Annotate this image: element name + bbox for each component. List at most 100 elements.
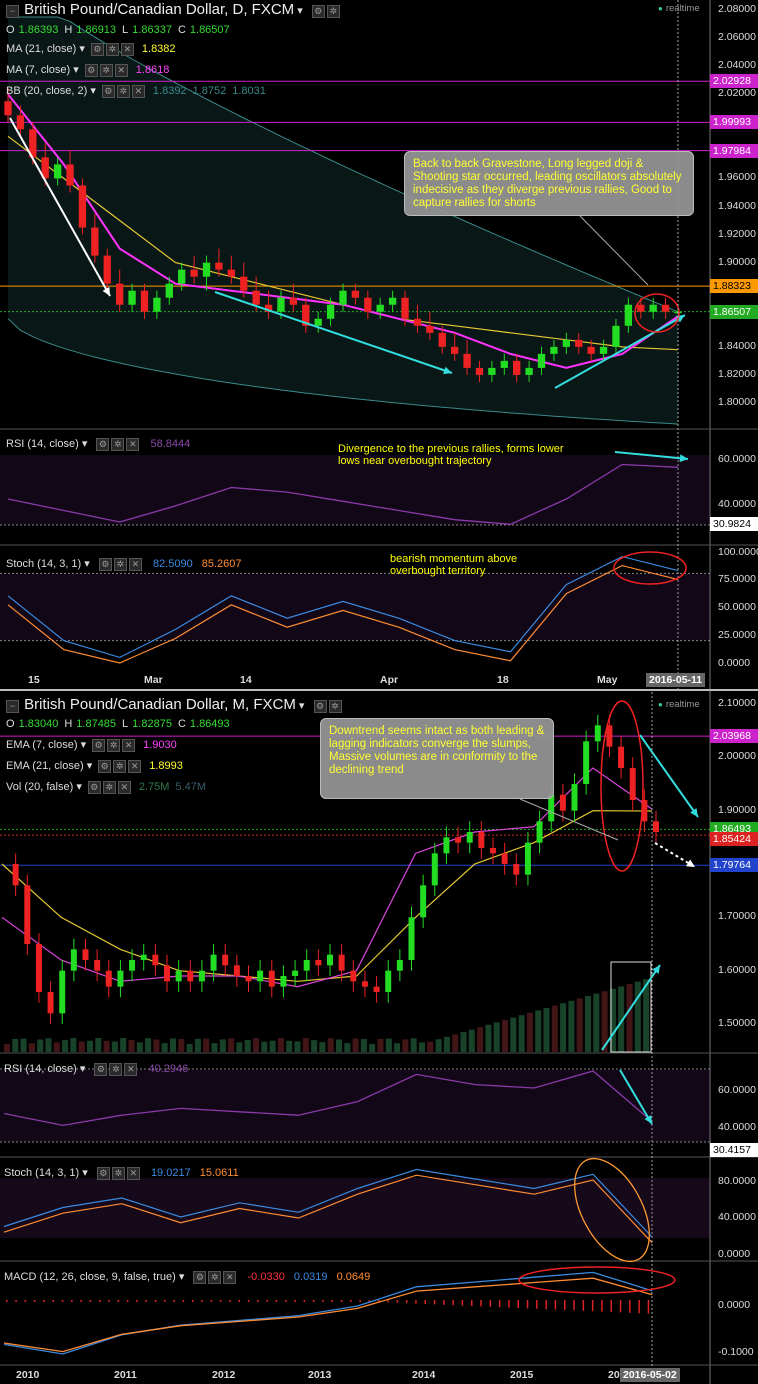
candle-body	[292, 970, 299, 976]
settings-icon[interactable]: ⚙	[92, 738, 106, 752]
dropdown-icon[interactable]: ▾	[297, 5, 303, 17]
gear-icon[interactable]: ✲	[113, 557, 127, 571]
dropdown-icon[interactable]: ▾	[82, 1167, 88, 1179]
volume-bar	[402, 1039, 409, 1052]
dropdown-icon[interactable]: ▾	[87, 85, 96, 97]
macd-hist-bar	[480, 1300, 482, 1307]
settings-icon[interactable]: ⚙	[90, 42, 104, 56]
dropdown-icon[interactable]: ▾	[73, 781, 82, 793]
macd-hist-bar	[108, 1300, 110, 1302]
gear-icon[interactable]: ✲	[107, 738, 121, 752]
close-icon[interactable]: ✕	[124, 1062, 138, 1076]
volume-bar	[551, 1005, 558, 1052]
dropdown-icon[interactable]: ▾	[84, 760, 93, 772]
close-icon[interactable]: ✕	[131, 84, 145, 98]
macd-hist-bar	[498, 1300, 501, 1308]
candle-body	[431, 853, 438, 886]
gear-icon[interactable]: ✲	[99, 63, 113, 77]
candle-body	[475, 367, 484, 375]
candle-body	[222, 954, 229, 966]
candle-body	[202, 262, 211, 277]
gear-icon[interactable]: ✲	[116, 84, 130, 98]
settings-icon[interactable]: ⚙	[193, 1270, 207, 1284]
settings-icon[interactable]: ⚙	[98, 759, 112, 773]
close-icon[interactable]: ✕	[120, 42, 134, 56]
gear-icon[interactable]: ✲	[111, 437, 125, 451]
settings-icon[interactable]: ⚙	[311, 4, 325, 18]
close-icon[interactable]: ✕	[126, 1166, 140, 1180]
ohlc-key: O	[6, 718, 15, 730]
gear-icon[interactable]: ✲	[102, 780, 116, 794]
gear-icon[interactable]: ✲	[111, 1166, 125, 1180]
macd-hist-bar	[629, 1300, 631, 1313]
indicator-buttons: ⚙ ✲ ✕	[87, 780, 133, 794]
macd-hist-bar	[564, 1300, 566, 1310]
settings-icon[interactable]: ⚙	[98, 557, 112, 571]
gear-icon[interactable]: ✲	[105, 42, 119, 56]
candle-body	[587, 346, 595, 354]
candle-body	[463, 353, 471, 368]
close-icon[interactable]: ✕	[128, 557, 142, 571]
indicator-row[interactable]: EMA (7, close) ▾ ⚙ ✲ ✕ 1.9030	[6, 738, 177, 752]
close-icon[interactable]: ✕	[223, 1270, 237, 1284]
dropdown-icon[interactable]: ▾	[84, 558, 90, 570]
settings-icon[interactable]: ⚙	[313, 699, 327, 713]
bottom-macd-signal: 0.0649	[336, 1271, 371, 1283]
x-axis-label: 18	[497, 674, 509, 686]
macd-hist-bar	[461, 1300, 464, 1306]
settings-icon[interactable]: ⚙	[101, 84, 115, 98]
close-icon[interactable]: ✕	[128, 759, 142, 773]
dropdown-icon[interactable]: ▾	[299, 700, 305, 712]
candle-body	[117, 970, 124, 987]
indicator-row[interactable]: MA (21, close) ▾ ⚙ ✲ ✕ 1.8382	[6, 42, 176, 56]
settings-icon[interactable]: ⚙	[96, 1166, 110, 1180]
stoch-band	[0, 574, 710, 640]
dropdown-icon[interactable]: ▾	[70, 64, 79, 76]
indicator-value: 1.8618	[135, 64, 170, 76]
bottom-macd-label: MACD (12, 26, close, 9, false, true)	[4, 1271, 176, 1283]
monthly-down-arrow-head	[690, 808, 698, 817]
close-icon[interactable]: ✕	[117, 780, 131, 794]
dropdown-icon[interactable]: ▾	[78, 739, 87, 751]
bottom-stoch-label: Stoch (14, 3, 1)	[4, 1167, 80, 1179]
dropdown-icon[interactable]: ▾	[82, 438, 88, 450]
candle-body	[401, 297, 409, 319]
indicator-row[interactable]: EMA (21, close) ▾ ⚙ ✲ ✕ 1.8993	[6, 759, 183, 773]
gear-icon[interactable]: ✲	[326, 4, 340, 18]
close-icon[interactable]: ✕	[126, 437, 140, 451]
gear-icon[interactable]: ✲	[113, 759, 127, 773]
gear-icon[interactable]: ✲	[109, 1062, 123, 1076]
candle-body	[66, 164, 74, 186]
macd-hist-bar	[71, 1300, 73, 1302]
close-icon[interactable]: ✕	[114, 63, 128, 77]
settings-icon[interactable]: ⚙	[84, 63, 98, 77]
macd-hist-bar	[489, 1300, 492, 1307]
collapse-icon[interactable]: −	[6, 699, 19, 713]
close-icon[interactable]: ✕	[122, 738, 136, 752]
dropdown-icon[interactable]: ▾	[179, 1271, 185, 1283]
settings-icon[interactable]: ⚙	[94, 1062, 108, 1076]
dropdown-icon[interactable]: ▾	[80, 1063, 86, 1075]
gear-icon[interactable]: ✲	[208, 1270, 222, 1284]
macd-hist-bar	[126, 1300, 129, 1302]
collapse-icon[interactable]: −	[6, 4, 19, 18]
candle-body	[513, 360, 521, 375]
settings-icon[interactable]: ⚙	[96, 437, 110, 451]
macd-hist-bar	[517, 1300, 519, 1308]
indicator-label: Vol (20, false)	[6, 781, 74, 793]
candle-body	[140, 290, 149, 312]
price-tick-label: 2.06000	[718, 31, 756, 44]
ohlc-key: L	[122, 24, 129, 36]
macd-hist-bar	[526, 1300, 529, 1309]
candle-body	[373, 986, 380, 992]
indicator-row[interactable]: MA (7, close) ▾ ⚙ ✲ ✕ 1.8618	[6, 63, 169, 77]
candle-body	[385, 970, 392, 992]
indicator-row[interactable]: Vol (20, false) ▾ ⚙ ✲ ✕ 2.75M 5.47M	[6, 780, 206, 794]
macd-hist-bar	[471, 1300, 473, 1306]
price-tick-label: 2.02000	[718, 87, 756, 100]
gear-icon[interactable]: ✲	[328, 699, 342, 713]
bottom-stoch-k: 19.0217	[150, 1167, 191, 1179]
indicator-row[interactable]: BB (20, close, 2) ▾ ⚙ ✲ ✕ 1.8392 1.8752 1.8031	[6, 84, 266, 98]
settings-icon[interactable]: ⚙	[87, 780, 101, 794]
dropdown-icon[interactable]: ▾	[76, 43, 85, 55]
